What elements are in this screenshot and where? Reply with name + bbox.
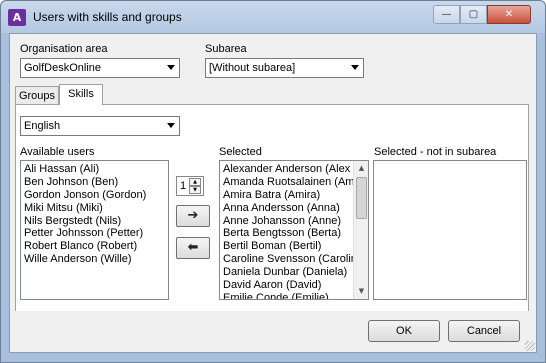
list-item[interactable]: Gordon Jonson (Gordon) <box>21 189 168 202</box>
subarea-dropdown[interactable]: [Without subarea] <box>205 58 364 78</box>
add-selected-button[interactable]: ➔ <box>176 205 210 227</box>
org-area-value: GolfDeskOnline <box>24 62 102 74</box>
tab-groups[interactable]: Groups <box>15 86 59 105</box>
arrow-left-icon: ⬅ <box>187 240 199 255</box>
list-item[interactable]: Robert Blanco (Robert) <box>21 240 168 253</box>
available-users-list[interactable]: Ali Hassan (Ali) Ben Johnson (Ben) Gordo… <box>20 160 169 300</box>
list-item[interactable]: Berta Bengtsson (Berta) <box>220 227 353 240</box>
selected-not-in-subarea-label: Selected - not in subarea <box>374 146 497 158</box>
selected-not-in-subarea-list[interactable] <box>373 160 527 300</box>
scrollbar-thumb[interactable] <box>356 177 367 219</box>
stepper-down-icon[interactable]: ▼ <box>189 186 201 194</box>
list-item[interactable]: Amanda Ruotsalainen (Am <box>220 176 353 189</box>
tab-skills[interactable]: Skills <box>59 84 103 105</box>
available-users-label: Available users <box>20 146 95 158</box>
subarea-value: [Without subarea] <box>209 62 296 74</box>
list-item[interactable]: Ben Johnson (Ben) <box>21 176 168 189</box>
minimize-button[interactable]: — <box>433 5 460 24</box>
skill-dropdown[interactable]: English <box>20 116 180 136</box>
selected-list-scrollbar[interactable]: ▲ ▼ <box>353 161 368 299</box>
list-item[interactable]: Wille Anderson (Wille) <box>21 253 168 266</box>
list-item[interactable]: Emilie Conde (Emilie) <box>220 292 353 299</box>
selected-label: Selected <box>219 146 262 158</box>
skill-level-value: 1 <box>180 180 187 192</box>
list-item[interactable]: Miki Mitsu (Miki) <box>21 202 168 215</box>
title-bar[interactable]: A Users with skills and groups — ▢ ✕ <box>1 1 545 33</box>
org-area-label: Organisation area <box>20 43 108 55</box>
resize-grip-icon[interactable] <box>525 341 535 351</box>
list-item[interactable]: Daniela Dunbar (Daniela) <box>220 266 353 279</box>
list-item[interactable]: Amira Batra (Amira) <box>220 189 353 202</box>
cancel-button[interactable]: Cancel <box>448 320 520 342</box>
org-area-dropdown[interactable]: GolfDeskOnline <box>20 58 180 78</box>
selected-users-list[interactable]: Alexander Anderson (Alex Amanda Ruotsala… <box>219 160 369 300</box>
chevron-down-icon <box>351 65 359 70</box>
list-item[interactable]: Caroline Svensson (Carolin <box>220 253 353 266</box>
app-logo-icon: A <box>8 9 26 26</box>
list-item[interactable]: Ali Hassan (Ali) <box>21 163 168 176</box>
maximize-button[interactable]: ▢ <box>460 5 487 24</box>
remove-selected-button[interactable]: ⬅ <box>176 237 210 259</box>
subarea-label: Subarea <box>205 43 247 55</box>
list-item[interactable]: Bertil Boman (Bertil) <box>220 240 353 253</box>
list-item[interactable]: David Aaron (David) <box>220 279 353 292</box>
dialog-body: Organisation area GolfDeskOnline Subarea… <box>9 33 537 353</box>
list-item[interactable]: Nils Bergstedt (Nils) <box>21 215 168 228</box>
window-title: Users with skills and groups <box>33 10 182 24</box>
scroll-down-icon[interactable]: ▼ <box>354 284 368 299</box>
chevron-down-icon <box>167 65 175 70</box>
stepper-up-icon[interactable]: ▲ <box>189 178 201 186</box>
skill-value: English <box>24 120 61 132</box>
arrow-right-icon: ➔ <box>187 208 199 223</box>
scroll-up-icon[interactable]: ▲ <box>354 161 368 176</box>
list-item[interactable]: Anne Johansson (Anne) <box>220 215 353 228</box>
ok-button[interactable]: OK <box>368 320 440 342</box>
list-item[interactable]: Anna Andersson (Anna) <box>220 202 353 215</box>
chevron-down-icon <box>167 123 175 128</box>
skill-level-stepper[interactable]: 1 ▲ ▼ <box>176 176 204 196</box>
close-button[interactable]: ✕ <box>487 5 531 24</box>
dialog-window: A Users with skills and groups — ▢ ✕ Org… <box>0 0 546 363</box>
list-item[interactable]: Petter Johnsson (Petter) <box>21 227 168 240</box>
list-item[interactable]: Alexander Anderson (Alex <box>220 163 353 176</box>
